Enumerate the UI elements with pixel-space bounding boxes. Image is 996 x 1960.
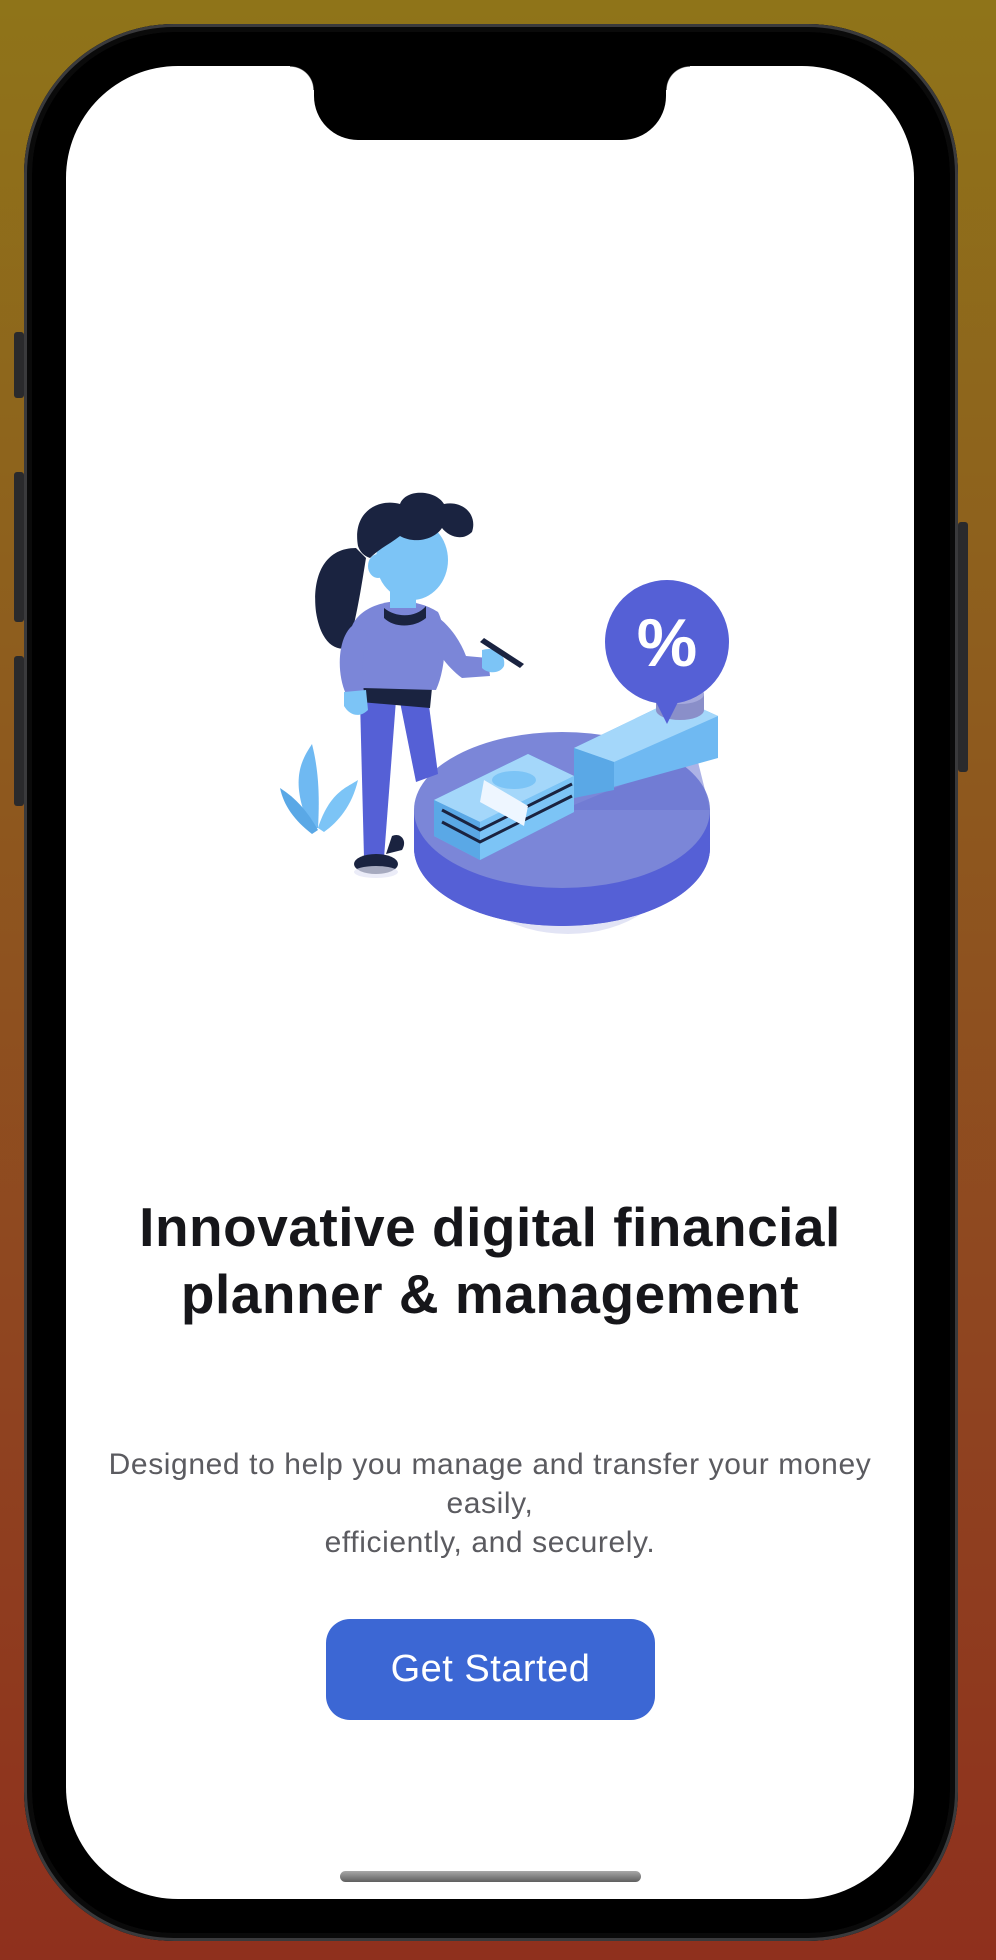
camera-notch [290, 66, 690, 140]
volume-up-button [14, 472, 24, 622]
onboarding-subtitle: Designed to help you manage and transfer… [108, 1448, 872, 1559]
onboarding-headline: Innovative digital financial planner & m… [139, 1196, 841, 1325]
app-screen: % Innovative digital financial planner &… [66, 66, 914, 1899]
volume-down-button [14, 656, 24, 806]
woman-with-pie-chart-icon: % [280, 492, 729, 934]
home-indicator[interactable] [340, 1871, 641, 1882]
power-button [958, 522, 968, 772]
silent-switch [14, 332, 24, 398]
percent-symbol: % [637, 605, 697, 681]
get-started-button[interactable]: Get Started [326, 1619, 655, 1720]
